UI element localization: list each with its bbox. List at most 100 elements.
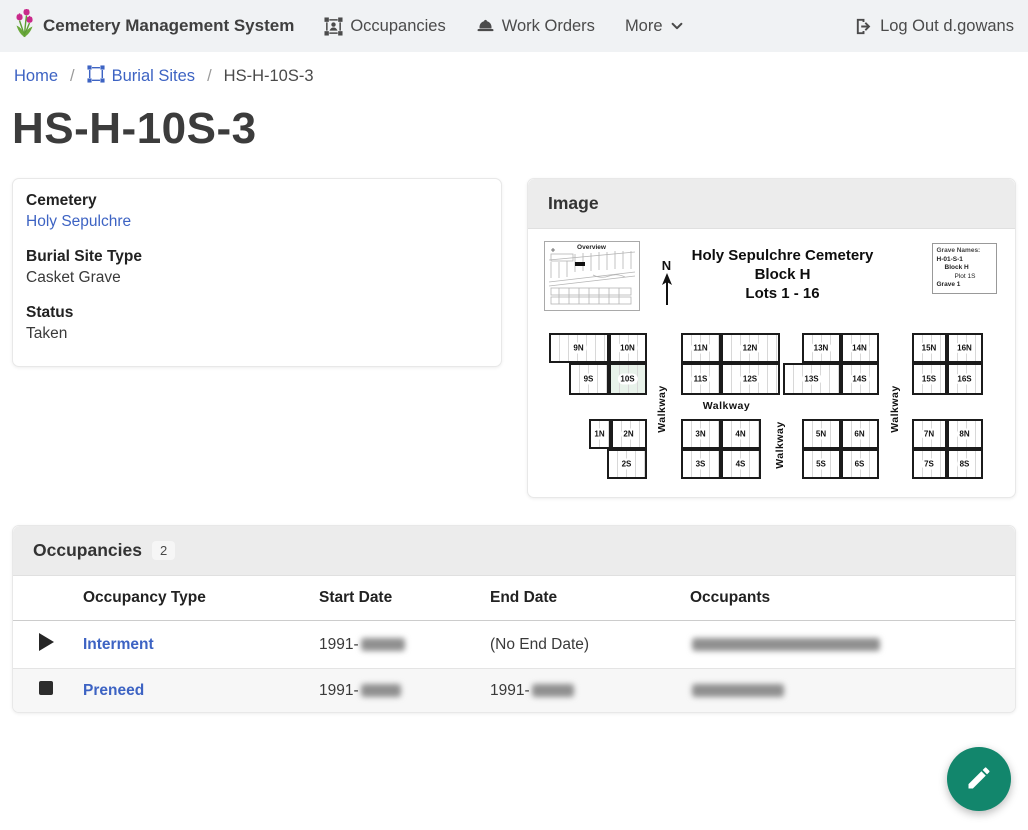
- nav-item-more[interactable]: More: [625, 17, 684, 36]
- map-title-line: Block H: [671, 265, 895, 284]
- occupancies-card: Occupancies 2 Occupancy Type Start Date …: [12, 525, 1016, 713]
- col-end-date: End Date: [482, 576, 682, 621]
- plot-cell-10s: 10S: [609, 363, 647, 395]
- plot-cell-label: 15S: [919, 374, 939, 385]
- breadcrumb-label: Home: [14, 67, 58, 86]
- plot-cell-label: 6S: [852, 459, 868, 470]
- app-brand[interactable]: Cemetery Management System: [14, 9, 294, 43]
- nav-item-label: Occupancies: [350, 17, 445, 36]
- page-title: HS-H-10S-3: [12, 104, 1016, 154]
- plot-cell-7s: 7S: [912, 449, 947, 479]
- walkway-label: Walkway: [774, 421, 786, 468]
- plot-cell-label: 10S: [617, 374, 637, 385]
- overview-label: Overview: [545, 244, 639, 251]
- hard-hat-icon: [476, 17, 495, 36]
- plot-cell-3n: 3N: [681, 419, 721, 449]
- cell-text: (No End Date): [490, 636, 589, 653]
- plot-cell-label: 11N: [690, 343, 710, 354]
- plot-cell-label: 12S: [740, 374, 760, 385]
- plot-cell-label: 12N: [740, 343, 761, 354]
- plot-cell-11s: 11S: [681, 363, 721, 395]
- nav-item-occupancies[interactable]: Occupancies: [324, 17, 445, 36]
- plot-cell-4n: 4N: [721, 419, 761, 449]
- logout-icon: [854, 17, 873, 36]
- breadcrumb-home-link[interactable]: Home: [14, 67, 58, 86]
- breadcrumb-burial-sites-link[interactable]: Burial Sites: [87, 65, 195, 88]
- occupancies-table-header-row: Occupancy Type Start Date End Date Occup…: [13, 576, 1015, 621]
- nav-item-work-orders[interactable]: Work Orders: [476, 17, 595, 36]
- breadcrumb-separator: /: [70, 67, 75, 86]
- plot-cell-label: 13N: [811, 343, 832, 354]
- cemetery-link[interactable]: Holy Sepulchre: [26, 213, 131, 230]
- date-prefix: 1991-: [490, 682, 530, 699]
- plot-cell-11n: 11N: [681, 333, 721, 363]
- plot-cell-label: 16N: [954, 343, 975, 354]
- plot-cell-9s: 9S: [569, 363, 609, 395]
- plot-cell-10n: 10N: [609, 333, 647, 363]
- plot-cell-12n: 12N: [721, 333, 780, 363]
- plot-cell-label: 5S: [813, 459, 829, 470]
- plot-cell-5n: 5N: [802, 419, 841, 449]
- site-map-image[interactable]: Overview: [541, 238, 1003, 488]
- occupancies-table: Occupancy Type Start Date End Date Occup…: [13, 576, 1015, 712]
- plot-cell-label: 5N: [813, 429, 829, 440]
- field-label: Status: [26, 304, 488, 322]
- plot-cell-2n: 2N: [611, 419, 647, 449]
- bounds-icon: [87, 65, 105, 88]
- map-title-line: Holy Sepulchre Cemetery: [671, 246, 895, 265]
- plot-cell-9n: 9N: [549, 333, 609, 363]
- breadcrumb-separator: /: [207, 67, 212, 86]
- legend-line: Grave 1: [937, 281, 992, 290]
- plot-cell-label: 6N: [851, 429, 867, 440]
- logout-button[interactable]: Log Out d.gowans: [854, 17, 1014, 36]
- plot-cell-1n: 1N: [589, 419, 611, 449]
- chevron-down-icon: [670, 19, 684, 33]
- grave-names-legend: Grave Names: H-01-S-1 Block H Plot 1S Gr…: [932, 243, 997, 294]
- field-burial-site-type: Burial Site Type Casket Grave: [26, 248, 488, 287]
- field-label: Cemetery: [26, 192, 488, 210]
- walkway-label: Walkway: [889, 385, 901, 432]
- walkway-label: Walkway: [703, 400, 750, 412]
- redacted-text: [692, 638, 880, 651]
- col-start-date: Start Date: [311, 576, 482, 621]
- occupancy-type-link[interactable]: Preneed: [83, 682, 144, 699]
- occupancy-type-link[interactable]: Interment: [83, 636, 154, 653]
- legend-line: Plot 1S: [937, 273, 992, 282]
- edit-fab-button[interactable]: [947, 747, 1011, 811]
- plot-cell-label: 9S: [581, 374, 597, 385]
- plot-cell-15n: 15N: [912, 333, 947, 363]
- plot-cell-3s: 3S: [681, 449, 721, 479]
- plot-cell-label: 3S: [693, 459, 709, 470]
- plot-cell-5s: 5S: [802, 449, 841, 479]
- breadcrumb: Home / Burial Sites / HS-H-10S-3: [14, 65, 1014, 88]
- plot-cell-6n: 6N: [841, 419, 879, 449]
- plot-cell-14n: 14N: [841, 333, 879, 363]
- overview-map-sketch: [545, 242, 639, 310]
- logout-label: Log Out d.gowans: [880, 17, 1014, 36]
- occupancies-title: Occupancies: [33, 540, 142, 561]
- occupancies-count-badge: 2: [152, 541, 175, 560]
- plot-cell-label: 11S: [691, 374, 711, 385]
- plot-cell-label: 14N: [849, 343, 870, 354]
- field-cemetery: Cemetery Holy Sepulchre: [26, 192, 488, 231]
- plot-cell-13n: 13N: [802, 333, 841, 363]
- plot-cell-label: 3N: [692, 429, 708, 440]
- image-card: Image Overview: [527, 178, 1016, 498]
- occupancies-header: Occupancies 2: [13, 526, 1015, 576]
- col-occupants: Occupants: [682, 576, 1015, 621]
- occupancy-row: Preneed1991-1991-: [13, 669, 1015, 713]
- plot-cell-label: 4S: [733, 459, 749, 470]
- redacted-text: [692, 684, 784, 697]
- plot-cell-7n: 7N: [912, 419, 947, 449]
- plot-cell-8n: 8N: [947, 419, 983, 449]
- image-card-header: Image: [528, 179, 1015, 229]
- field-status: Status Taken: [26, 304, 488, 343]
- field-label: Burial Site Type: [26, 248, 488, 266]
- redacted-text: [361, 638, 405, 651]
- map-title: Holy Sepulchre Cemetery Block H Lots 1 -…: [671, 246, 895, 303]
- tulip-logo-icon: [14, 9, 35, 43]
- plot-cell-label: 1N: [591, 429, 607, 440]
- plot-cell-label: 2S: [619, 459, 635, 470]
- redacted-text: [532, 684, 574, 697]
- plot-cell-label: 14S: [849, 374, 869, 385]
